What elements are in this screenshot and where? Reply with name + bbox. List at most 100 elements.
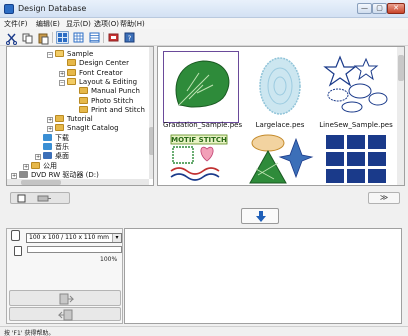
expand-icon[interactable]: + bbox=[23, 163, 29, 170]
grid-embroidery-thumbnail bbox=[326, 135, 386, 183]
tree-item-label: Tutorial bbox=[67, 115, 93, 124]
thumbnail-vertical-scrollbar[interactable] bbox=[397, 47, 404, 185]
tree-item[interactable]: − Sample bbox=[47, 50, 93, 59]
expand-icon[interactable]: + bbox=[47, 126, 53, 133]
tree-item-label: 桌面 bbox=[55, 152, 69, 161]
card-size-value: 100 x 100 / 110 x 110 mm bbox=[29, 234, 109, 241]
chevron-down-icon[interactable]: ▾ bbox=[112, 234, 121, 242]
transfer-down-button[interactable] bbox=[241, 208, 279, 224]
write-to-card-button[interactable] bbox=[9, 290, 121, 306]
linesew-embroidery-thumbnail bbox=[323, 55, 388, 113]
expand-icon[interactable]: + bbox=[47, 117, 53, 124]
thumbnail-item[interactable]: LineSew_Sample.pes bbox=[318, 51, 394, 129]
card-contents-panel[interactable] bbox=[124, 228, 402, 324]
tree-item-label: Manual Punch bbox=[91, 87, 140, 96]
lace-embroidery-thumbnail bbox=[259, 57, 301, 115]
tree-item[interactable]: Manual Punch bbox=[71, 87, 140, 96]
collapse-icon[interactable]: − bbox=[59, 79, 65, 86]
toolbar-separator bbox=[103, 32, 104, 43]
tree-item[interactable]: Print and Stitch bbox=[71, 105, 145, 115]
toolbar: ? bbox=[0, 29, 408, 46]
paste-icon[interactable] bbox=[36, 31, 49, 45]
card-tab[interactable] bbox=[10, 192, 70, 204]
thumbnail-scroll-thumb[interactable] bbox=[398, 55, 404, 81]
folder-icon bbox=[55, 50, 64, 57]
folder-icon bbox=[55, 115, 64, 123]
tree-hscroll-thumb[interactable] bbox=[21, 180, 61, 185]
menu-file[interactable]: 文件(F) bbox=[4, 19, 28, 29]
dvd-icon bbox=[19, 170, 28, 178]
tree-item-label: 下载 bbox=[55, 133, 69, 142]
card-capacity-icon bbox=[14, 246, 22, 256]
folder-icon bbox=[55, 124, 64, 132]
status-text: 按 'F1' 获得帮助。 bbox=[4, 330, 55, 336]
thumbnail-grid[interactable]: Gradation_Sample.pes Largelace.pes LineS… bbox=[157, 46, 405, 186]
folder-icon bbox=[67, 68, 76, 76]
copy-icon[interactable] bbox=[20, 31, 33, 44]
expand-icon[interactable]: + bbox=[59, 70, 65, 77]
folder-icon bbox=[31, 161, 40, 169]
close-button[interactable]: ✕ bbox=[387, 3, 405, 14]
medium-thumbnail-icon[interactable] bbox=[72, 31, 85, 44]
embroidery-card-icon bbox=[11, 230, 20, 241]
expand-icon[interactable]: + bbox=[35, 154, 41, 161]
tree-item-label: 公用 bbox=[43, 161, 57, 170]
tree-item-label: Design Center bbox=[79, 59, 129, 68]
folder-tree[interactable]: − Sample Design Center + Font Creator − Layout… bbox=[6, 46, 154, 186]
cut-icon[interactable] bbox=[4, 31, 17, 45]
card-size-select[interactable]: 100 x 100 / 110 x 110 mm ▾ bbox=[26, 233, 122, 243]
menu-edit[interactable]: 编辑(E) bbox=[36, 19, 60, 29]
tree-item[interactable]: 音乐 bbox=[35, 143, 69, 152]
thumbnail-item[interactable] bbox=[318, 131, 394, 185]
menu-help[interactable]: 帮助(H) bbox=[120, 19, 145, 29]
tree-item[interactable]: − Layout & Editing bbox=[59, 77, 138, 87]
tree-item-label: Print and Stitch bbox=[91, 105, 145, 114]
thumbnail-item[interactable]: MOTIF STITCH bbox=[163, 131, 239, 185]
folder-icon bbox=[67, 77, 76, 85]
tree-item[interactable]: Design Center bbox=[59, 59, 129, 68]
expand-icon[interactable]: + bbox=[11, 172, 17, 179]
toolbar-separator bbox=[52, 32, 53, 43]
help-icon[interactable]: ? bbox=[123, 31, 136, 44]
thumbnail-label: LineSew_Sample.pes bbox=[319, 121, 393, 129]
menu-view[interactable]: 显示(D) bbox=[66, 19, 91, 29]
tree-item[interactable]: 下载 bbox=[35, 133, 69, 143]
tree-vertical-scrollbar[interactable] bbox=[149, 47, 153, 179]
read-card-icon bbox=[58, 309, 73, 321]
tree-item[interactable]: + 桌面 bbox=[35, 152, 69, 161]
window-title: Design Database bbox=[18, 4, 87, 13]
large-thumbnail-icon[interactable] bbox=[56, 31, 69, 44]
thumbnail-item[interactable]: Gradation_Sample.pes bbox=[163, 51, 242, 129]
thumbnail-item[interactable] bbox=[242, 131, 318, 185]
card-capacity-label: 100% bbox=[100, 256, 118, 263]
arrow-down-icon bbox=[256, 211, 266, 222]
thumbnail-item[interactable]: Largelace.pes bbox=[242, 51, 318, 129]
tree-item-label: SnagIt Catalog bbox=[67, 124, 119, 133]
collapse-icon[interactable]: − bbox=[47, 52, 53, 58]
motif-text: MOTIF STITCH bbox=[171, 136, 227, 144]
maximize-button[interactable]: ▢ bbox=[372, 3, 387, 14]
collapse-chevron-icon[interactable]: ≫ bbox=[368, 192, 400, 204]
card-view-icon[interactable] bbox=[107, 31, 120, 44]
thumbnail-label: Largelace.pes bbox=[255, 121, 305, 129]
tree-item-label: Font Creator bbox=[79, 68, 123, 77]
tree-item[interactable]: + Font Creator bbox=[59, 68, 123, 78]
leaf-embroidery-thumbnail bbox=[175, 60, 230, 108]
small-thumbnail-icon[interactable] bbox=[88, 31, 101, 44]
tree-item-label: Photo Stitch bbox=[91, 96, 134, 105]
minimize-button[interactable]: — bbox=[357, 3, 372, 14]
tree-item[interactable]: Photo Stitch bbox=[71, 96, 134, 106]
ornament-embroidery-thumbnail bbox=[249, 134, 314, 184]
tree-item[interactable]: + Tutorial bbox=[47, 115, 93, 124]
read-from-card-button[interactable] bbox=[9, 307, 121, 321]
tree-item[interactable]: + SnagIt Catalog bbox=[47, 124, 119, 133]
tree-item-label: Layout & Editing bbox=[79, 77, 138, 86]
tree-item[interactable]: + 公用 bbox=[23, 161, 57, 171]
status-bar: 按 'F1' 获得帮助。 bbox=[0, 326, 408, 336]
tree-scroll-thumb[interactable] bbox=[149, 127, 153, 155]
menu-options[interactable]: 选项(O) bbox=[94, 19, 119, 29]
tree-horizontal-scrollbar[interactable] bbox=[7, 179, 149, 185]
write-card-icon bbox=[59, 293, 74, 305]
folder-icon bbox=[79, 96, 88, 104]
title-bar: Design Database — ▢ ✕ bbox=[0, 0, 408, 18]
